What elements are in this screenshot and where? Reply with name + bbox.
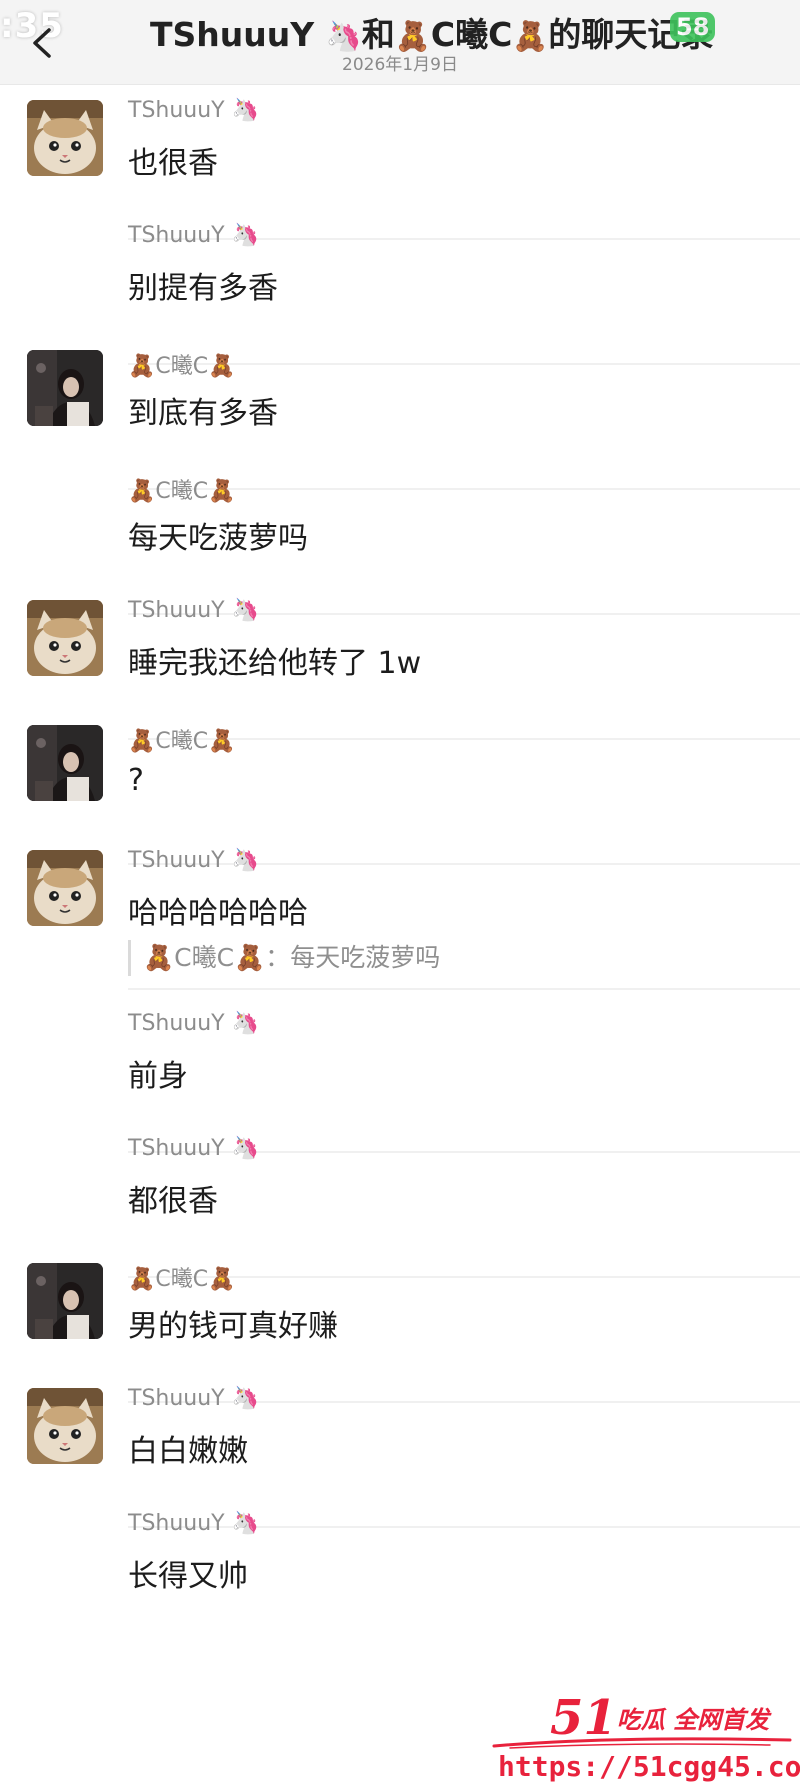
battery-indicator: 58 bbox=[670, 12, 716, 42]
teddy-bear-emoji-icon: 🧸 bbox=[234, 943, 266, 972]
unicorn-emoji-icon: 🦄 bbox=[231, 848, 260, 873]
site-watermark: 51吃瓜 全网首发 https://51cgg45.com bbox=[490, 1690, 800, 1790]
teddy-bear-emoji-icon: 🧸 bbox=[208, 354, 236, 379]
sender-label: C曦C bbox=[155, 1267, 209, 1292]
quoted-reply[interactable]: 🧸C曦C🧸：每天吃菠萝吗 bbox=[128, 940, 440, 976]
message-text[interactable]: 前身 bbox=[128, 1051, 188, 1095]
unicorn-emoji-icon: 🦄 bbox=[231, 1511, 260, 1536]
watermark-brand: 51吃瓜 全网首发 bbox=[550, 1690, 769, 1746]
message-row[interactable]: 🧸C曦C🧸 男的钱可真好赚 bbox=[0, 1261, 800, 1403]
watermark-slogan: 吃瓜 全网首发 bbox=[616, 1706, 770, 1734]
teddy-bear-emoji-icon: 🧸 bbox=[143, 943, 175, 972]
message-row[interactable]: 🧸C曦C🧸 每天吃菠萝吗 bbox=[0, 473, 800, 615]
chat-date: 2026年1月9日 bbox=[342, 55, 458, 75]
message-text[interactable]: 白白嫩嫩 bbox=[128, 1426, 248, 1470]
teddy-bear-emoji-icon: 🧸 bbox=[208, 1267, 236, 1292]
unicorn-emoji-icon: 🦄 bbox=[325, 19, 362, 53]
message-row[interactable]: TShuuuY 🦄 长得又帅 bbox=[0, 1511, 800, 1653]
sender-name: TShuuuY 🦄 bbox=[128, 223, 259, 248]
quote-text: ：每天吃菠萝吗 bbox=[265, 943, 441, 972]
title-name-1: TShuuuY bbox=[150, 15, 326, 54]
sender-label: TShuuuY bbox=[128, 1136, 225, 1161]
message-row[interactable]: TShuuuY 🦄 别提有多香 bbox=[0, 223, 800, 365]
sender-name: TShuuuY 🦄 bbox=[128, 1511, 259, 1536]
sender-name: 🧸C曦C🧸 bbox=[128, 723, 236, 755]
teddy-bear-emoji-icon: 🧸 bbox=[128, 1267, 156, 1292]
message-text[interactable]: ? bbox=[128, 763, 144, 798]
message-row[interactable]: 🧸C曦C🧸 到底有多香 bbox=[0, 348, 800, 490]
unicorn-emoji-icon: 🦄 bbox=[231, 98, 260, 123]
message-text[interactable]: 长得又帅 bbox=[128, 1551, 248, 1595]
message-row[interactable]: TShuuuY 🦄 也很香 bbox=[0, 98, 800, 240]
sender-name: 🧸C曦C🧸 bbox=[128, 1261, 236, 1293]
avatar[interactable] bbox=[27, 1263, 103, 1339]
avatar[interactable] bbox=[27, 1388, 103, 1464]
sender-name: TShuuuY 🦄 bbox=[128, 98, 259, 123]
sender-label: TShuuuY bbox=[128, 598, 225, 623]
sender-name: TShuuuY 🦄 bbox=[128, 1386, 259, 1411]
message-row[interactable]: TShuuuY 🦄 都很香 bbox=[0, 1136, 800, 1278]
teddy-bear-emoji-icon: 🧸 bbox=[394, 19, 431, 53]
sender-name: TShuuuY 🦄 bbox=[128, 1136, 259, 1161]
avatar[interactable] bbox=[27, 100, 103, 176]
teddy-bear-emoji-icon: 🧸 bbox=[128, 479, 156, 504]
message-row[interactable]: TShuuuY 🦄 睡完我还给他转了 1w bbox=[0, 598, 800, 740]
message-text[interactable]: 每天吃菠萝吗 bbox=[128, 513, 308, 557]
message-divider bbox=[128, 988, 800, 990]
avatar[interactable] bbox=[27, 725, 103, 801]
message-text[interactable]: 睡完我还给他转了 1w bbox=[128, 638, 421, 682]
watermark-url: https://51cgg45.com bbox=[498, 1750, 800, 1783]
sender-name: TShuuuY 🦄 bbox=[128, 1011, 259, 1036]
sender-label: TShuuuY bbox=[128, 848, 225, 873]
sender-name: 🧸C曦C🧸 bbox=[128, 348, 236, 380]
watermark-number: 51 bbox=[550, 1690, 617, 1746]
teddy-bear-emoji-icon: 🧸 bbox=[208, 479, 236, 504]
teddy-bear-emoji-icon: 🧸 bbox=[128, 354, 156, 379]
message-text[interactable]: 到底有多香 bbox=[128, 388, 278, 432]
unicorn-emoji-icon: 🦄 bbox=[231, 1136, 260, 1161]
chat-header: :35 TShuuuY 🦄和🧸C曦C🧸的聊天记录 58 2026年1月9日 bbox=[0, 0, 800, 85]
sender-label: TShuuuY bbox=[128, 1511, 225, 1536]
title-name-2: C曦C bbox=[430, 15, 513, 54]
message-text[interactable]: 别提有多香 bbox=[128, 263, 278, 307]
sender-label: TShuuuY bbox=[128, 223, 225, 248]
message-row[interactable]: TShuuuY 🦄 前身 bbox=[0, 1011, 800, 1153]
unicorn-emoji-icon: 🦄 bbox=[231, 1386, 260, 1411]
avatar[interactable] bbox=[27, 350, 103, 426]
message-text[interactable]: 男的钱可真好赚 bbox=[128, 1301, 338, 1345]
sender-label: C曦C bbox=[155, 479, 209, 504]
message-row[interactable]: TShuuuY 🦄 哈哈哈哈哈哈 🧸C曦C🧸：每天吃菠萝吗 bbox=[0, 848, 800, 990]
title-and: 和 bbox=[361, 15, 395, 54]
sender-label: C曦C bbox=[155, 729, 209, 754]
message-row[interactable]: TShuuuY 🦄 白白嫩嫩 bbox=[0, 1386, 800, 1528]
sender-name: TShuuuY 🦄 bbox=[128, 598, 259, 623]
sender-label: C曦C bbox=[155, 354, 209, 379]
sender-name: TShuuuY 🦄 bbox=[128, 848, 259, 873]
teddy-bear-emoji-icon: 🧸 bbox=[128, 729, 156, 754]
unicorn-emoji-icon: 🦄 bbox=[231, 223, 260, 248]
sender-label: TShuuuY bbox=[128, 1011, 225, 1036]
unicorn-emoji-icon: 🦄 bbox=[231, 1011, 260, 1036]
message-row[interactable]: 🧸C曦C🧸? bbox=[0, 723, 800, 865]
sender-name: 🧸C曦C🧸 bbox=[128, 473, 236, 505]
teddy-bear-emoji-icon: 🧸 bbox=[208, 729, 236, 754]
avatar[interactable] bbox=[27, 850, 103, 926]
message-text[interactable]: 哈哈哈哈哈哈 bbox=[128, 888, 308, 932]
message-text[interactable]: 都很香 bbox=[128, 1176, 218, 1220]
avatar[interactable] bbox=[27, 600, 103, 676]
sender-label: TShuuuY bbox=[128, 1386, 225, 1411]
sender-label: TShuuuY bbox=[128, 98, 225, 123]
message-text[interactable]: 也很香 bbox=[128, 138, 218, 182]
unicorn-emoji-icon: 🦄 bbox=[231, 598, 260, 623]
quote-sender: C曦C bbox=[174, 943, 235, 972]
teddy-bear-emoji-icon: 🧸 bbox=[512, 19, 549, 53]
